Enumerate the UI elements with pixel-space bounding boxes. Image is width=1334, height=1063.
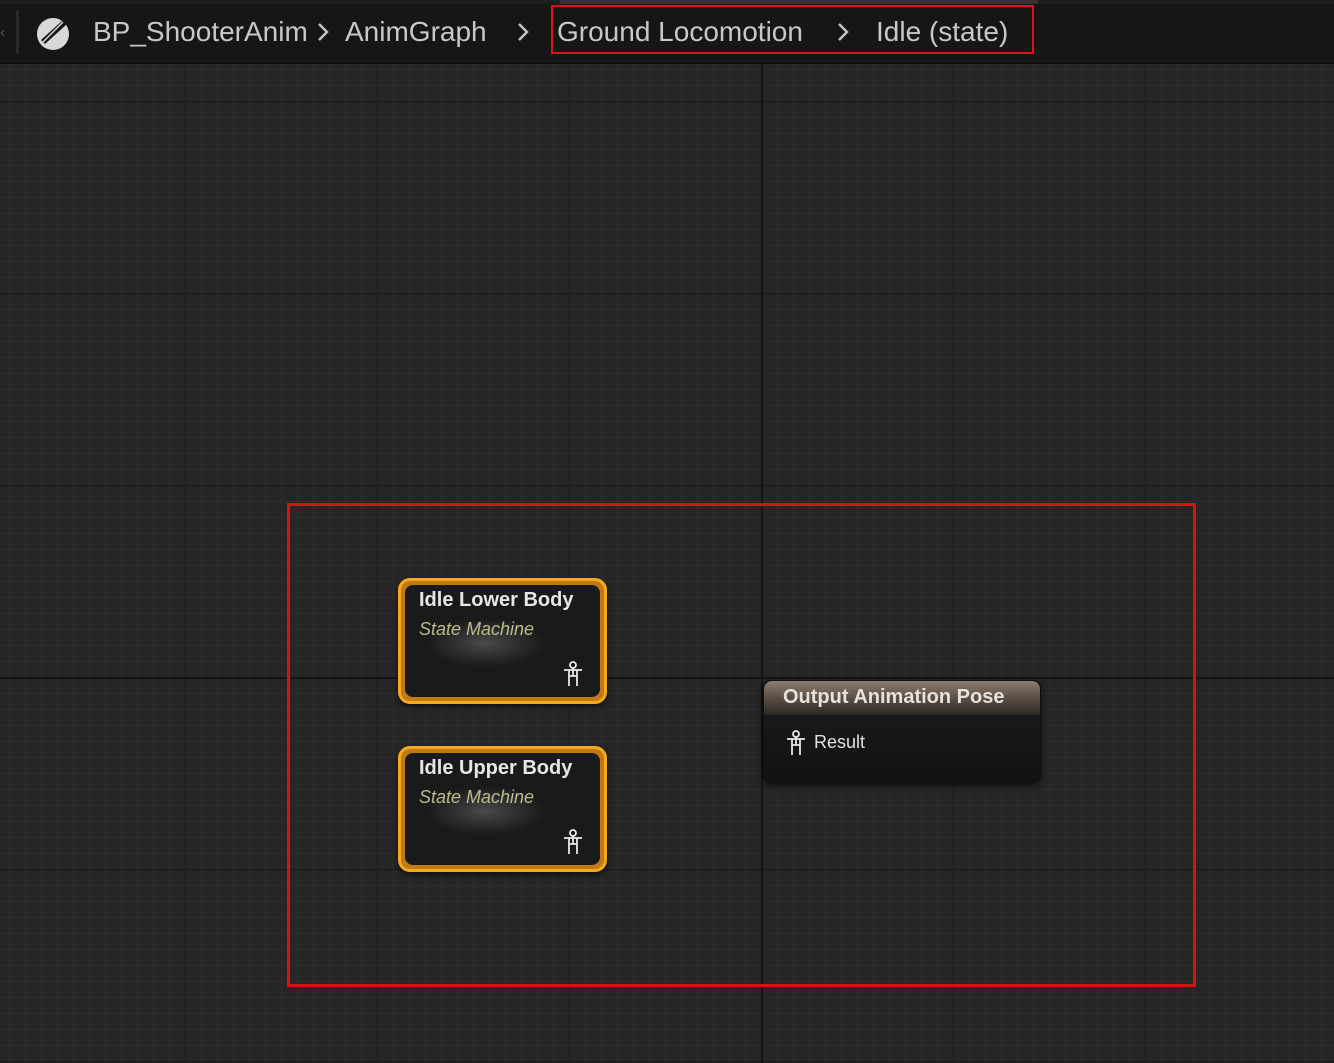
chevron-right-icon[interactable] bbox=[516, 18, 530, 46]
breadcrumb-item-animgraph[interactable]: AnimGraph bbox=[345, 14, 487, 50]
anim-graph-editor: ‹ BP_ShooterAnim AnimGraph Ground Locomo… bbox=[0, 0, 1334, 1063]
breadcrumb-top-accent bbox=[560, 0, 1038, 4]
anim-graph-icon bbox=[37, 18, 69, 50]
back-arrow-icon[interactable]: ‹ bbox=[0, 24, 5, 42]
highlight-nodes-box bbox=[287, 503, 1196, 987]
highlight-breadcrumb-box bbox=[551, 5, 1034, 54]
chevron-right-icon bbox=[318, 23, 329, 41]
breadcrumb-item-bp-shooteranim[interactable]: BP_ShooterAnim bbox=[93, 14, 308, 50]
breadcrumb-divider bbox=[16, 10, 19, 54]
